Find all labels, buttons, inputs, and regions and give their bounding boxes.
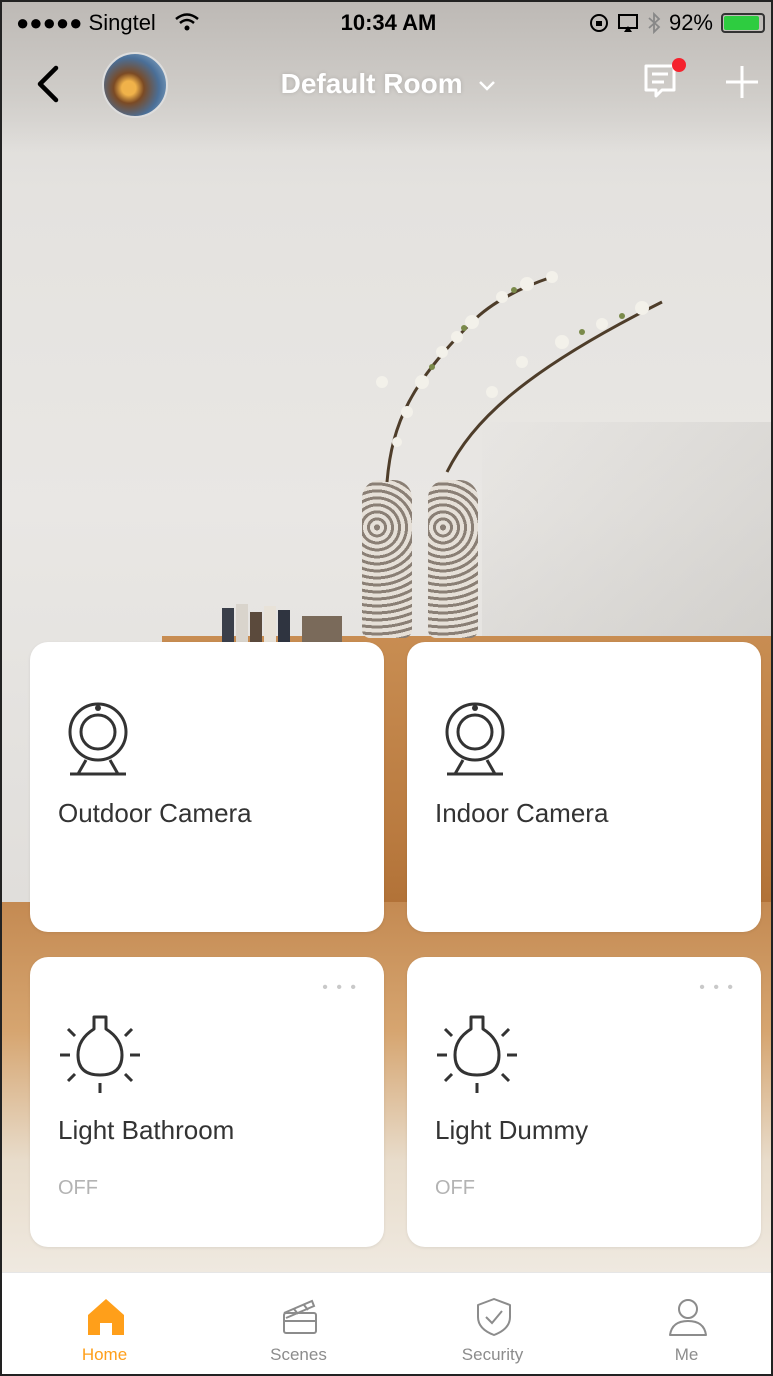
vase-right (428, 480, 478, 638)
tab-scenes[interactable]: Scenes (202, 1273, 395, 1374)
status-indicators: 92% (589, 10, 765, 36)
tab-label: Me (674, 1345, 699, 1364)
camera-icon (68, 702, 128, 776)
shield-check-icon (477, 1298, 511, 1336)
camera-icon (445, 702, 505, 776)
battery-percent: 92% (668, 10, 713, 35)
room-title: Default Room (280, 68, 463, 99)
device-card-light-dummy[interactable]: • • • Light Dummy OFF (407, 957, 761, 1247)
vase-left (362, 480, 412, 638)
orientation-lock-icon (589, 14, 608, 32)
plus-icon (726, 66, 758, 98)
device-state: OFF (435, 1177, 475, 1199)
chevron-down-icon (479, 80, 496, 91)
app-screen: ●●●●● Singtel 10:34 AM 92% Default Room … (0, 0, 773, 1376)
airplay-icon (617, 14, 638, 32)
more-options-icon[interactable]: • • • (699, 979, 735, 997)
status-bar: ●●●●● Singtel 10:34 AM 92% (2, 2, 771, 46)
top-nav-bar: Default Room (2, 50, 771, 118)
device-card-light-bathroom[interactable]: • • • Light Bathroom OFF (30, 957, 384, 1247)
device-name: Light Dummy (435, 1115, 589, 1145)
notification-dot (672, 58, 686, 72)
more-options-icon[interactable]: • • • (322, 979, 358, 997)
tab-security[interactable]: Security (396, 1273, 589, 1374)
clapperboard-icon (283, 1299, 317, 1334)
device-name: Indoor Camera (435, 798, 609, 828)
battery-icon (721, 13, 765, 33)
tab-label: Scenes (270, 1345, 327, 1364)
tab-me[interactable]: Me (590, 1273, 771, 1374)
device-name: Light Bathroom (58, 1115, 235, 1145)
bulb-icon (60, 1015, 140, 1093)
device-state: OFF (58, 1177, 98, 1199)
bulb-icon (437, 1015, 517, 1093)
device-name: Outdoor Camera (58, 798, 252, 828)
device-card-indoor-camera[interactable]: Indoor Camera (407, 642, 761, 932)
add-device-button[interactable] (722, 62, 762, 102)
tab-home[interactable]: Home (8, 1273, 201, 1374)
person-icon (669, 1299, 707, 1336)
tab-label: Home (81, 1345, 128, 1364)
bottom-tab-bar: Home Scenes Security Me (2, 1272, 771, 1374)
device-card-outdoor-camera[interactable]: Outdoor Camera (30, 642, 384, 932)
home-icon (88, 1299, 124, 1335)
tab-label: Security (461, 1345, 524, 1364)
bluetooth-icon (648, 12, 661, 34)
